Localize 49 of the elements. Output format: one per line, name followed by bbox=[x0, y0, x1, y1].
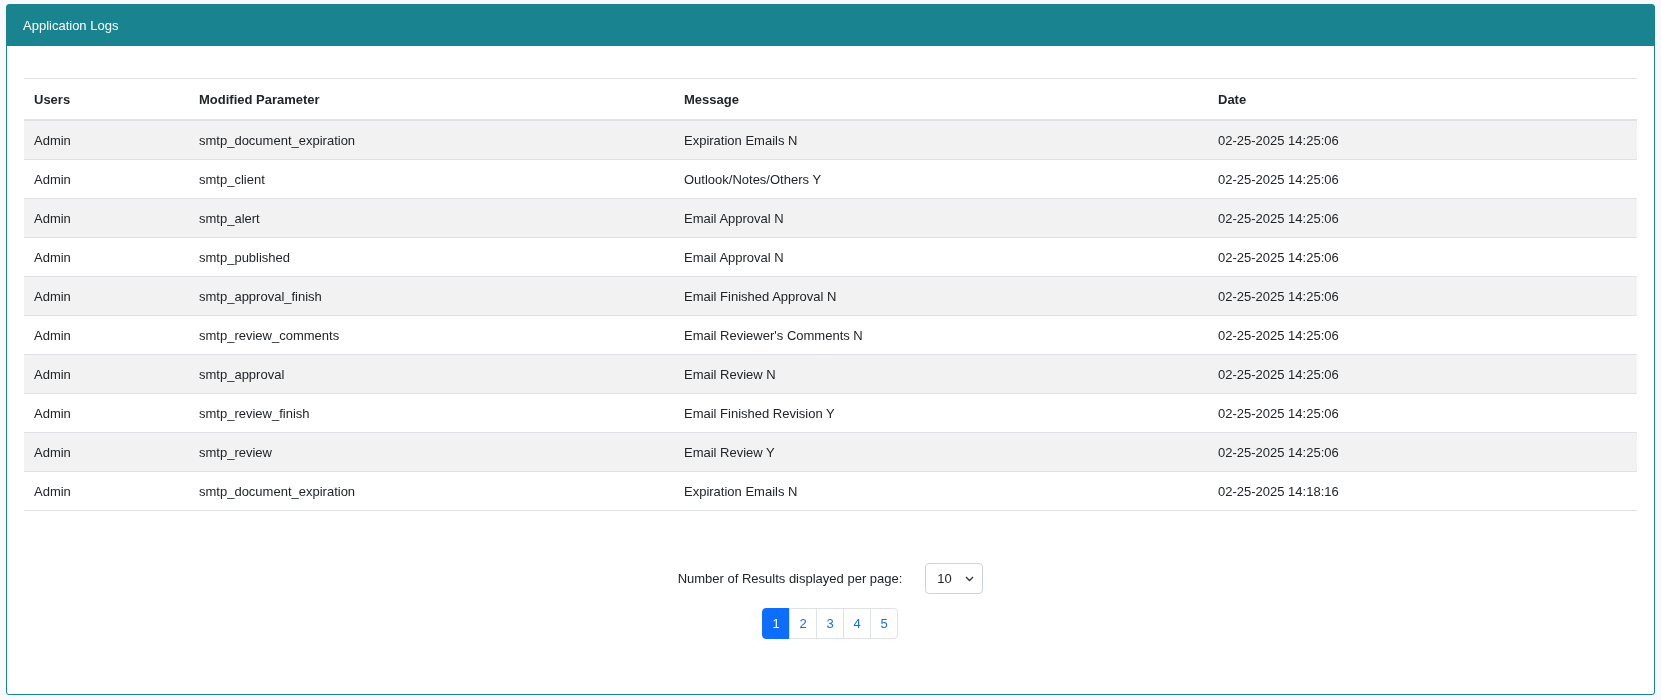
table-cell: Expiration Emails N bbox=[674, 471, 1208, 511]
table-cell: Email Approval N bbox=[674, 237, 1208, 277]
table-cell: smtp_review_finish bbox=[189, 393, 674, 433]
table-cell: Admin bbox=[24, 159, 189, 199]
table-cell: smtp_client bbox=[189, 159, 674, 199]
panel-title: Application Logs bbox=[23, 18, 119, 33]
table-cell: 02-25-2025 14:25:06 bbox=[1208, 159, 1637, 199]
table-cell: Email Review N bbox=[674, 354, 1208, 394]
table-cell: smtp_alert bbox=[189, 198, 674, 238]
table-cell: Admin bbox=[24, 393, 189, 433]
table-cell: Admin bbox=[24, 432, 189, 472]
table-cell: Email Finished Approval N bbox=[674, 276, 1208, 316]
table-cell: 02-25-2025 14:25:06 bbox=[1208, 120, 1637, 160]
page-size-label: Number of Results displayed per page: bbox=[677, 571, 903, 586]
table-cell: smtp_approval bbox=[189, 354, 674, 394]
table-cell: smtp_review_comments bbox=[189, 315, 674, 355]
table-cell: Outlook/Notes/Others Y bbox=[674, 159, 1208, 199]
page-button[interactable]: 5 bbox=[870, 608, 898, 639]
table-cell: 02-25-2025 14:25:06 bbox=[1208, 315, 1637, 355]
table-cell: Email Finished Revision Y bbox=[674, 393, 1208, 433]
table-cell: Admin bbox=[24, 315, 189, 355]
table-cell: Admin bbox=[24, 471, 189, 511]
table-cell: 02-25-2025 14:25:06 bbox=[1208, 198, 1637, 238]
table-cell: smtp_approval_finish bbox=[189, 276, 674, 316]
table-cell: Email Review Y bbox=[674, 432, 1208, 472]
table-cell: smtp_published bbox=[189, 237, 674, 277]
table-cell: 02-25-2025 14:25:06 bbox=[1208, 237, 1637, 277]
page-button[interactable]: 3 bbox=[816, 608, 844, 639]
table-cell: 02-25-2025 14:25:06 bbox=[1208, 432, 1637, 472]
table-cell: Admin bbox=[24, 354, 189, 394]
table-cell: 02-25-2025 14:25:06 bbox=[1208, 276, 1637, 316]
table-cell: Expiration Emails N bbox=[674, 120, 1208, 160]
table-cell: Admin bbox=[24, 198, 189, 238]
chevron-down-icon bbox=[965, 575, 975, 582]
page-button[interactable]: 1 bbox=[762, 608, 790, 639]
page-button[interactable]: 4 bbox=[843, 608, 871, 639]
table-cell: Admin bbox=[24, 276, 189, 316]
table-cell: smtp_document_expiration bbox=[189, 471, 674, 511]
table-cell: Email Approval N bbox=[674, 198, 1208, 238]
table-cell: Admin bbox=[24, 120, 189, 160]
table-cell: 02-25-2025 14:25:06 bbox=[1208, 393, 1637, 433]
table-cell: smtp_review bbox=[189, 432, 674, 472]
table-cell: smtp_document_expiration bbox=[189, 120, 674, 160]
table-cell: 02-25-2025 14:25:06 bbox=[1208, 354, 1637, 394]
page-button[interactable]: 2 bbox=[789, 608, 817, 639]
table-cell: 02-25-2025 14:18:16 bbox=[1208, 471, 1637, 511]
table-cell: Admin bbox=[24, 237, 189, 277]
page-size-select[interactable]: 10 bbox=[925, 563, 984, 594]
table-cell: Email Reviewer's Comments N bbox=[674, 315, 1208, 355]
